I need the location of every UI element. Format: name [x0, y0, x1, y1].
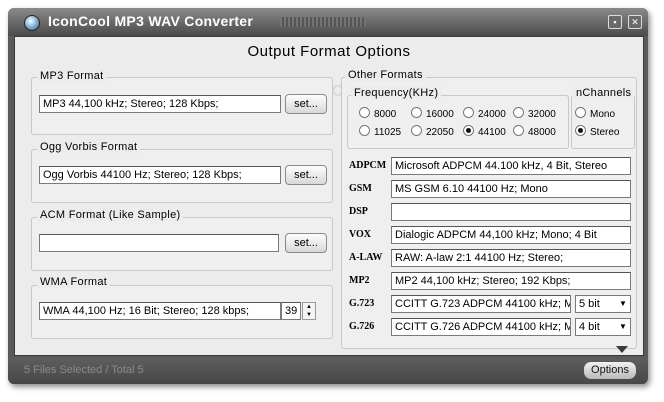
frequency-radio-32000[interactable]: 32000: [513, 107, 556, 120]
page-title: Output Format Options: [247, 43, 411, 60]
minimize-icon[interactable]: ▪: [608, 15, 622, 29]
chevron-down-icon[interactable]: ▼: [616, 319, 630, 335]
frequency-radio-44100[interactable]: 44100: [463, 125, 506, 138]
dsp-format-field[interactable]: [391, 203, 631, 221]
stepper-down-icon[interactable]: ▼: [303, 311, 315, 319]
options-button[interactable]: Options: [584, 362, 636, 379]
app-logo-icon: [24, 15, 40, 31]
mp2-label: MP2: [349, 275, 370, 286]
g-726-bits-value: 4 bit: [579, 321, 600, 333]
ogg-format-field[interactable]: Ogg Vorbis 44100 Hz; Stereo; 128 Kbps;: [39, 166, 281, 184]
close-icon[interactable]: ✕: [628, 15, 642, 29]
frequency-group: [347, 95, 569, 149]
radio-button-icon[interactable]: [463, 125, 474, 136]
radio-button-icon[interactable]: [575, 107, 586, 118]
gsm-label: GSM: [349, 183, 372, 194]
frequency-radio-48000[interactable]: 48000: [513, 125, 556, 138]
acm-label: ACM Format (Like Sample): [37, 209, 184, 221]
channel-radio-mono[interactable]: Mono: [575, 107, 615, 120]
other-formats-label: Other Formats: [345, 69, 426, 81]
title-grip: [280, 17, 366, 27]
g-723-bits-value: 5 bit: [579, 298, 600, 310]
radio-button-icon[interactable]: [411, 125, 422, 136]
gsm-format-field[interactable]: MS GSM 6.10 44100 Hz; Mono: [391, 180, 631, 198]
ogg-label: Ogg Vorbis Format: [37, 141, 141, 153]
radio-button-icon[interactable]: [463, 107, 474, 118]
wma-label: WMA Format: [37, 276, 111, 288]
frequency-radio-16000[interactable]: 16000: [411, 107, 454, 120]
acm-format-field[interactable]: [39, 234, 279, 252]
frequency-radio-8000[interactable]: 8000: [359, 107, 396, 120]
frequency-option-label: 32000: [528, 109, 556, 120]
scroll-down-icon[interactable]: [616, 346, 628, 353]
mp3-label: MP3 Format: [37, 70, 107, 82]
g-726-format-field[interactable]: CCITT G.726 ADPCM 44100 kHz; Mono: [391, 318, 571, 336]
mp2-format-field[interactable]: MP2 44,100 kHz; Stereo; 192 Kbps;: [391, 272, 631, 290]
g-726-bits-select[interactable]: 4 bit ▼: [575, 318, 631, 336]
radio-button-icon[interactable]: [513, 125, 524, 136]
options-panel: Output Format Options SOF MP3 Format MP3…: [14, 36, 644, 356]
vox-label: VOX: [349, 229, 372, 240]
radio-button-icon[interactable]: [513, 107, 524, 118]
g-723-label: G.723: [349, 298, 375, 309]
mp3-format-field[interactable]: MP3 44,100 kHz; Stereo; 128 Kbps;: [39, 95, 281, 113]
window-title: IconCool MP3 WAV Converter: [48, 13, 254, 29]
frequency-option-label: 22050: [426, 127, 454, 138]
wma-quality-stepper[interactable]: ▲ ▼: [302, 302, 316, 320]
frequency-option-label: 48000: [528, 127, 556, 138]
channels-label: nChannels: [573, 87, 635, 99]
channel-option-label: Stereo: [590, 127, 620, 138]
radio-button-icon[interactable]: [359, 107, 370, 118]
frequency-option-label: 16000: [426, 109, 454, 120]
adpcm-label: ADPCM: [349, 160, 387, 171]
frequency-label: Frequency(KHz): [351, 87, 442, 99]
frequency-option-label: 24000: [478, 109, 506, 120]
a-law-label: A-LAW: [349, 252, 383, 263]
g-723-format-field[interactable]: CCITT G.723 ADPCM 44100 kHz; Mono: [391, 295, 571, 313]
adpcm-format-field[interactable]: Microsoft ADPCM 44.100 kHz, 4 Bit, Stere…: [391, 157, 631, 175]
converter-window: IconCool MP3 WAV Converter ▪ ✕ Output Fo…: [8, 8, 648, 384]
wma-format-field[interactable]: WMA 44,100 Hz; 16 Bit; Stereo; 128 kbps;: [39, 302, 281, 320]
status-text: 5 Files Selected / Total 5: [24, 364, 144, 376]
title-bar[interactable]: IconCool MP3 WAV Converter ▪ ✕: [8, 8, 648, 36]
channels-group: [571, 95, 635, 149]
frequency-radio-24000[interactable]: 24000: [463, 107, 506, 120]
frequency-radio-11025[interactable]: 11025: [359, 125, 401, 138]
dsp-label: DSP: [349, 206, 368, 217]
frequency-radio-22050[interactable]: 22050: [411, 125, 454, 138]
frequency-option-label: 11025: [374, 127, 402, 138]
radio-button-icon[interactable]: [359, 125, 370, 136]
a-law-format-field[interactable]: RAW: A-law 2:1 44100 Hz; Stereo;: [391, 249, 631, 267]
stepper-up-icon[interactable]: ▲: [303, 303, 315, 311]
mp3-set-button[interactable]: set...: [285, 94, 327, 114]
g-723-bits-select[interactable]: 5 bit ▼: [575, 295, 631, 313]
chevron-down-icon[interactable]: ▼: [616, 296, 630, 312]
radio-button-icon[interactable]: [575, 125, 586, 136]
channel-radio-stereo[interactable]: Stereo: [575, 125, 619, 138]
frequency-option-label: 8000: [374, 109, 397, 120]
g-726-label: G.726: [349, 321, 375, 332]
channel-option-label: Mono: [590, 109, 616, 120]
vox-format-field[interactable]: Dialogic ADPCM 44,100 kHz; Mono; 4 Bit: [391, 226, 631, 244]
acm-set-button[interactable]: set...: [285, 233, 327, 253]
ogg-set-button[interactable]: set...: [285, 165, 327, 185]
status-bar: 5 Files Selected / Total 5 Options: [8, 358, 648, 384]
radio-button-icon[interactable]: [411, 107, 422, 118]
wma-quality-field[interactable]: 39: [281, 302, 301, 320]
frequency-option-label: 44100: [478, 127, 506, 138]
